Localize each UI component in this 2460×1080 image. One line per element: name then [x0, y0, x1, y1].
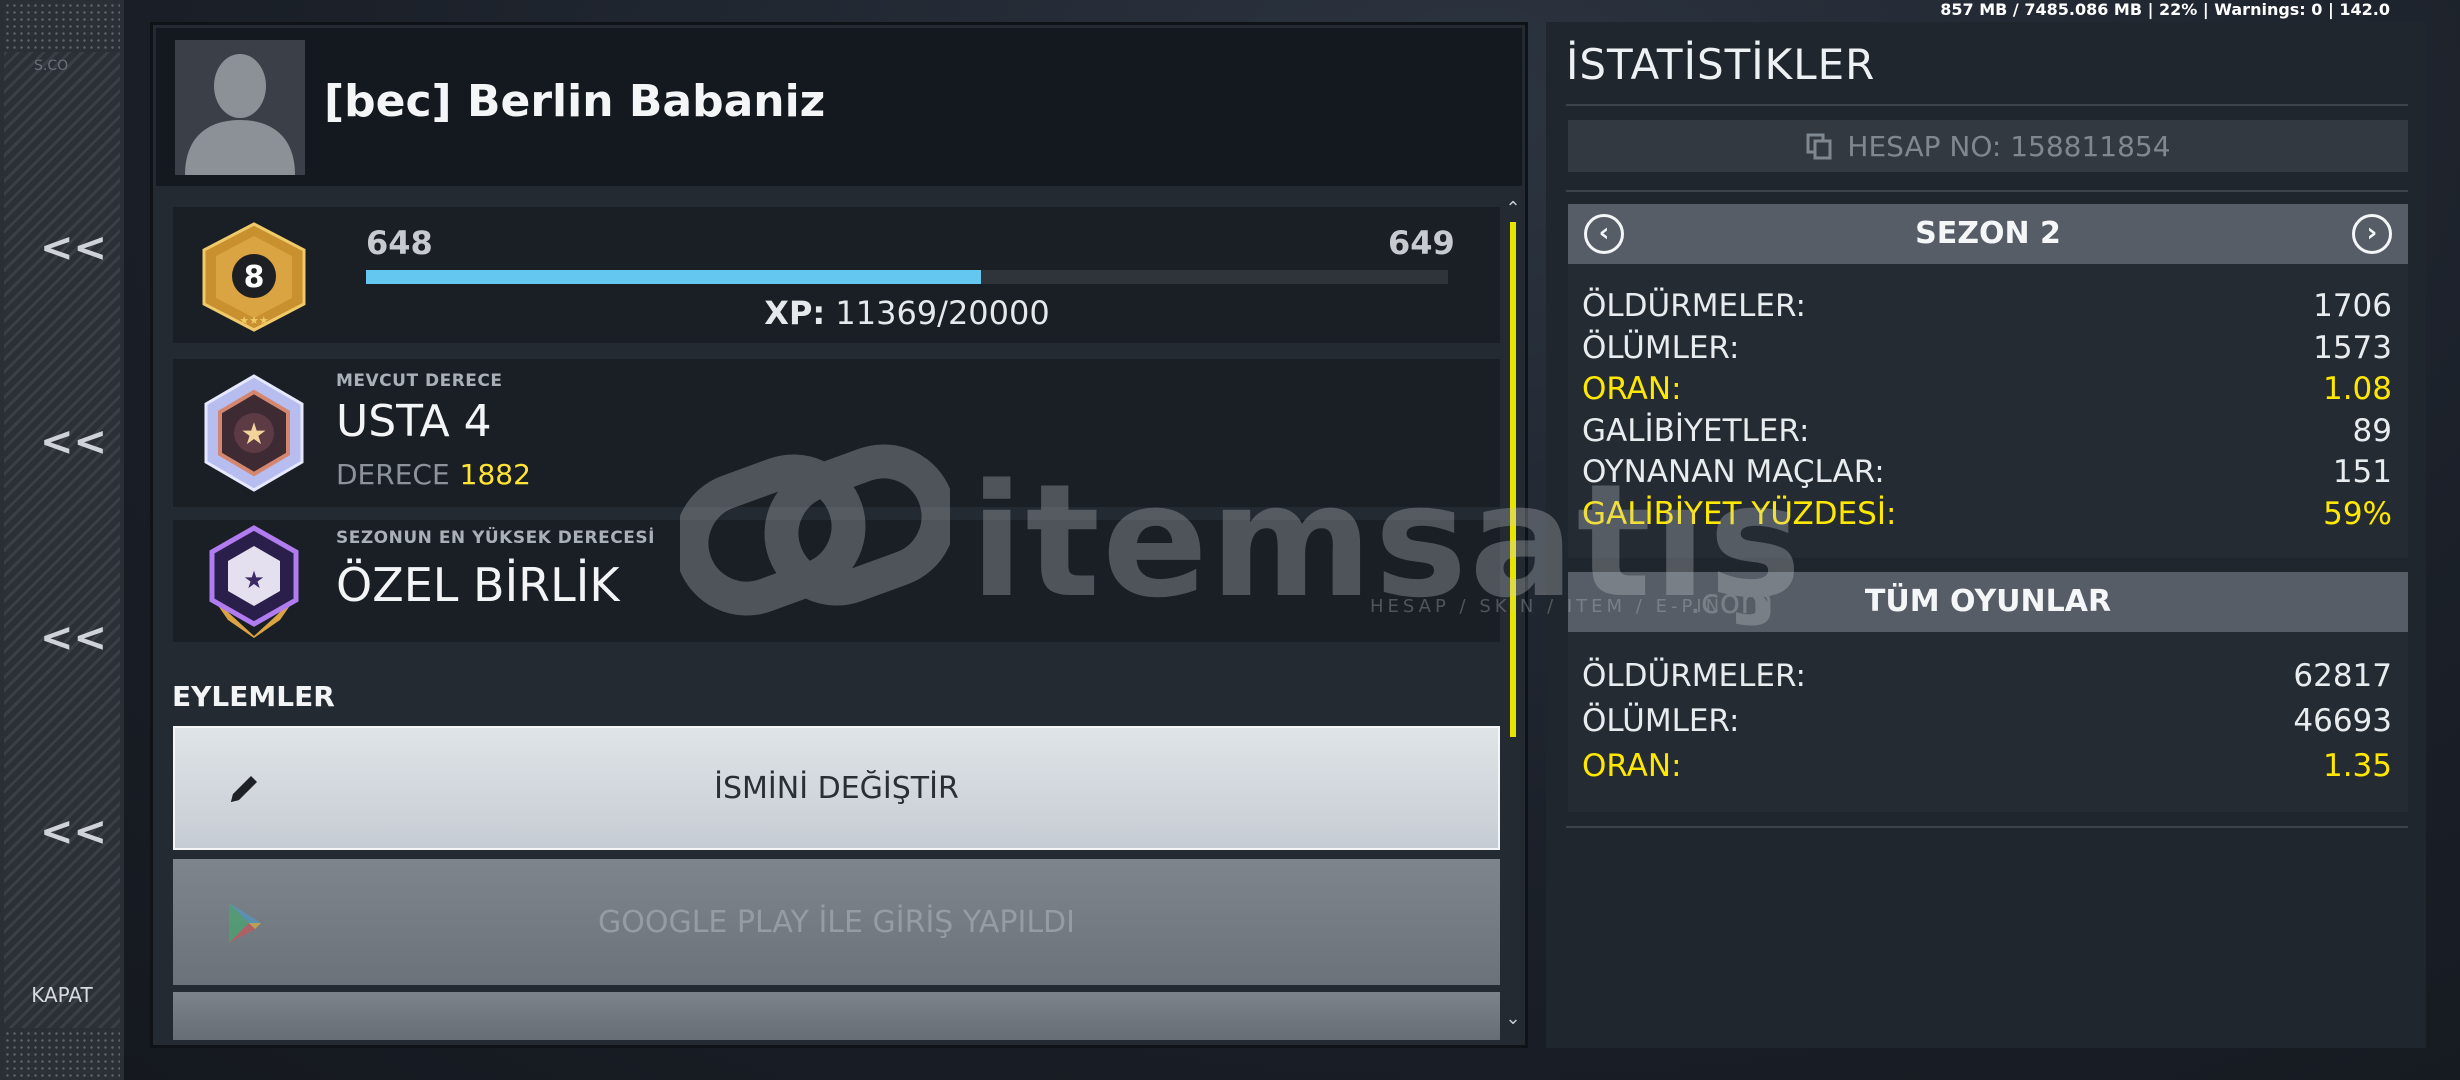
google-play-button-label: GOOGLE PLAY İLE GİRİŞ YAPILDI: [597, 905, 1075, 940]
rail-chevron-icon-3[interactable]: <<: [40, 618, 107, 658]
season-title: SEZON 2: [1915, 216, 2061, 251]
rail-top-pattern: [4, 2, 120, 50]
avatar-silhouette-icon: [175, 40, 305, 175]
all-stat-label: ÖLÜMLER:: [1582, 703, 1740, 739]
scrollbar-thumb[interactable]: [1510, 222, 1516, 737]
close-button[interactable]: KAPAT: [0, 983, 124, 1007]
all-stat-row: ORAN: 1.35: [1582, 748, 2392, 788]
debug-overlay: 857 MB / 7485.086 MB | 22% | Warnings: 0…: [1940, 0, 2390, 19]
actions-title: EYLEMLER: [172, 680, 335, 713]
current-rank-label: MEVCUT DERECE: [336, 371, 503, 391]
season-stat-value: 89: [2352, 412, 2392, 449]
level-badge-icon: 8 ★★★: [202, 222, 306, 332]
season-selector: ‹ SEZON 2 ›: [1568, 204, 2408, 264]
svg-text:★: ★: [243, 566, 265, 594]
season-stat-label: GALİBİYETLER:: [1582, 412, 1810, 449]
season-stat-label: GALİBİYET YÜZDESİ:: [1582, 495, 1897, 532]
rail-chevron-icon-4[interactable]: <<: [40, 812, 107, 852]
next-season-button[interactable]: ›: [2352, 214, 2392, 254]
action-button-partial[interactable]: [173, 992, 1500, 1040]
rail-chevron-icon-1[interactable]: <<: [40, 228, 107, 268]
xp-text: XP: 11369/20000: [366, 294, 1448, 332]
rail-faded-label: S.CO: [34, 58, 69, 74]
account-id-text: HESAP NO: 158811854: [1847, 130, 2171, 163]
rail-stripes: [4, 52, 120, 1028]
xp-current-level: 648: [366, 224, 433, 262]
google-play-button[interactable]: GOOGLE PLAY İLE GİRİŞ YAPILDI: [173, 859, 1500, 985]
svg-text:★★★: ★★★: [239, 314, 269, 327]
rename-button[interactable]: İSMİNİ DEĞİŞTİR: [173, 726, 1500, 850]
season-stat-value: 151: [2332, 454, 2392, 490]
all-stat-value: 1.35: [2322, 748, 2392, 784]
season-stat-row: ÖLÜMLER: 1573: [1582, 330, 2392, 370]
highest-rank-name: ÖZEL BİRLİK: [336, 558, 620, 612]
account-id-row: HESAP NO: 158811854: [1568, 130, 2408, 163]
scroll-up-icon[interactable]: ⌃: [1504, 200, 1522, 218]
all-stat-label: ÖLDÜRMELER:: [1582, 658, 1806, 694]
xp-next-level: 649: [1388, 224, 1455, 262]
svg-text:★: ★: [241, 417, 268, 452]
season-stat-row: GALİBİYETLER: 89: [1582, 413, 2392, 453]
player-name: [bec] Berlin Babaniz: [324, 76, 826, 127]
xp-progress-fill: [366, 270, 982, 284]
season-stat-label: ORAN:: [1582, 371, 1682, 407]
avatar[interactable]: [175, 40, 305, 175]
season-stat-value: 59%: [2323, 495, 2392, 532]
rank-rating-label: DERECE: [336, 458, 450, 491]
level-number: 8: [244, 260, 265, 295]
account-id-box[interactable]: HESAP NO: 158811854: [1568, 120, 2408, 172]
rail-bottom-pattern: [4, 1030, 120, 1078]
highest-rank-label: SEZONUN EN YÜKSEK DERECESİ: [336, 528, 655, 548]
rank-rating-value: 1882: [459, 458, 531, 491]
all-stat-row: ÖLDÜRMELER: 62817: [1582, 658, 2392, 698]
rank-rating: DERECE 1882: [336, 458, 531, 491]
xp-value: 11369/20000: [835, 294, 1050, 332]
season-stat-value: 1.08: [2322, 371, 2392, 407]
season-stat-label: ÖLDÜRMELER:: [1582, 288, 1806, 324]
rank-master-icon: ★: [204, 374, 304, 492]
all-games-title: TÜM OYUNLAR: [1864, 584, 2112, 619]
current-rank-name: USTA 4: [336, 396, 492, 447]
season-stat-row: OYNANAN MAÇLAR: 151: [1582, 454, 2392, 494]
divider: [1566, 104, 2408, 106]
copy-icon[interactable]: [1805, 132, 1833, 160]
all-games-header: TÜM OYUNLAR: [1568, 572, 2408, 632]
scroll-down-icon[interactable]: ⌄: [1504, 1010, 1522, 1028]
season-stat-label: ÖLÜMLER:: [1582, 329, 1740, 366]
all-stat-value: 46693: [2293, 703, 2392, 739]
rename-button-label: İSMİNİ DEĞİŞTİR: [714, 771, 959, 806]
all-stat-row: ÖLÜMLER: 46693: [1582, 703, 2392, 743]
season-stat-row: ÖLDÜRMELER: 1706: [1582, 288, 2392, 328]
season-stat-row: GALİBİYET YÜZDESİ: 59%: [1582, 496, 2392, 536]
season-stat-value: 1573: [2313, 329, 2392, 366]
xp-label: XP:: [764, 294, 826, 332]
all-stat-value: 62817: [2293, 658, 2392, 694]
season-stat-row: ORAN: 1.08: [1582, 371, 2392, 411]
divider: [1566, 826, 2408, 828]
season-stat-label: OYNANAN MAÇLAR:: [1582, 454, 1885, 490]
all-stat-label: ORAN:: [1582, 748, 1682, 784]
season-stat-value: 1706: [2313, 288, 2392, 324]
rail-chevron-icon-2[interactable]: <<: [40, 422, 107, 462]
rank-elite-icon: ★: [209, 525, 299, 638]
divider: [1566, 190, 2408, 192]
stats-title: İSTATİSTİKLER: [1566, 40, 1876, 89]
xp-progress-bar: [366, 270, 1448, 284]
side-rail: S.CO << << << << KAPAT: [0, 0, 124, 1080]
